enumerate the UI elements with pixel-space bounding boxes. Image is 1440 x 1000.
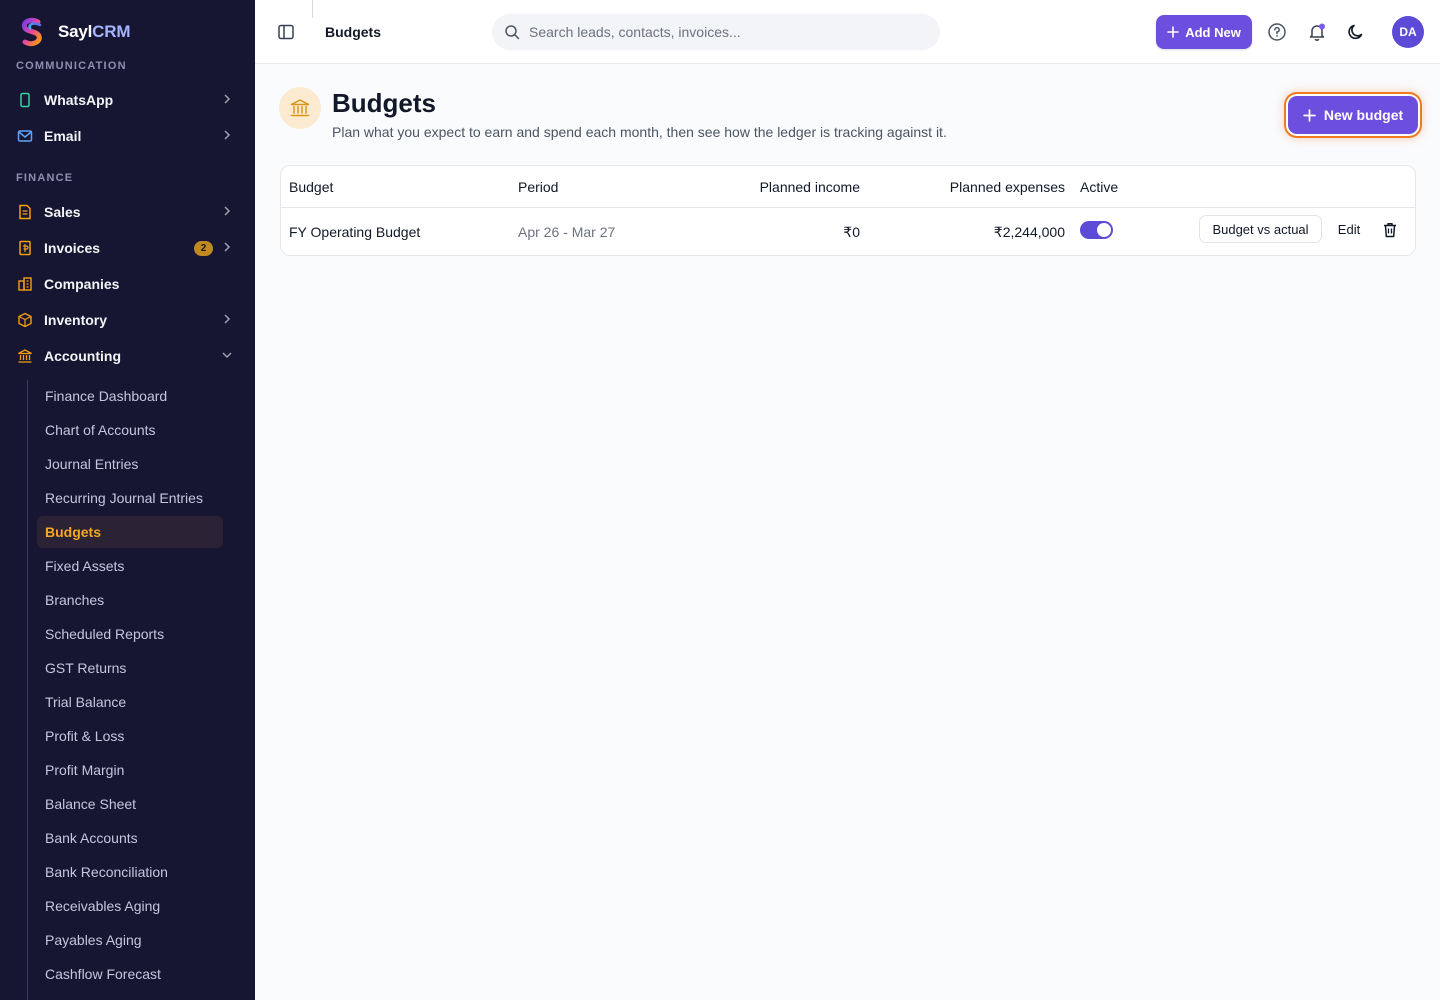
chevron-right-icon [224,94,231,104]
sidebar-subitem-branches[interactable]: Branches [37,584,223,616]
page-bank-icon [279,87,321,129]
period-cell: Apr 26 - Mar 27 [518,224,616,240]
column-header-budget: Budget [289,179,334,195]
submenu-guide-line [27,380,28,1000]
header-divider [312,0,313,18]
sidebar-item-accounting[interactable]: Accounting [8,339,247,373]
sidebar-item-label: Accounting [44,348,121,364]
sidebar-subitem-trial-balance[interactable]: Trial Balance [37,686,223,718]
add-new-button[interactable]: Add New [1156,15,1252,49]
brand-name: SaylCRM [58,22,131,41]
column-header-planned-expenses: Planned expenses [949,179,1065,195]
active-toggle[interactable] [1080,221,1113,239]
sidebar-subitem-cashflow-forecast[interactable]: Cashflow Forecast [37,958,223,990]
sidebar-subitem-scheduled-reports[interactable]: Scheduled Reports [37,618,223,650]
toggle-knob [1097,223,1111,237]
receipt-icon [16,239,34,257]
sidebar-subitem-profit-loss[interactable]: Profit & Loss [37,720,223,752]
sidebar-item-companies[interactable]: Companies [8,267,247,301]
header-page-title: Budgets [325,24,381,40]
sidebar-item-whatsapp[interactable]: WhatsApp [8,83,247,117]
sidebar-subitem-bank-accounts[interactable]: Bank Accounts [37,822,223,854]
chevron-down-icon [222,352,232,359]
top-header: Budgets Add New DA [255,0,1440,64]
chevron-right-icon [224,314,231,324]
sidebar-subitem-chart-of-accounts[interactable]: Chart of Accounts [37,414,223,446]
chevron-right-icon [224,242,231,252]
invoices-count-badge: 2 [194,241,213,256]
plus-icon [1303,108,1316,122]
sidebar-item-sales[interactable]: Sales [8,195,247,229]
sidebar-subitem-profit-margin[interactable]: Profit Margin [37,754,223,786]
sidebar-item-label: Companies [44,276,120,292]
brand-logo-icon [21,17,42,47]
sidebar-subitem-receivables-aging[interactable]: Receivables Aging [37,890,223,922]
mail-icon [16,127,34,145]
sidebar-subitem-payables-aging[interactable]: Payables Aging [37,924,223,956]
section-label-communication: COMMUNICATION [16,60,127,72]
document-icon [16,203,34,221]
global-search[interactable] [492,14,940,50]
sidebar-item-label: Inventory [44,312,108,328]
budgets-table: Budget Period Planned income Planned exp… [280,165,1416,256]
add-new-label: Add New [1185,24,1241,40]
page-title: Budgets [332,88,436,118]
trash-icon[interactable] [1381,221,1399,239]
planned-expenses-cell: ₹2,244,000 [993,224,1065,240]
header-row-divider [281,207,1415,208]
page-subtitle: Plan what you expect to earn and spend e… [332,124,947,140]
search-icon [505,25,520,40]
planned-income-cell: ₹0 [843,224,860,240]
sidebar-item-invoices[interactable]: Invoices 2 [8,231,247,265]
sidebar-subitem-finance-dashboard[interactable]: Finance Dashboard [37,380,223,412]
sidebar-subitem-journal-entries[interactable]: Journal Entries [37,448,223,480]
sidebar-subitem-bank-reconciliation[interactable]: Bank Reconciliation [37,856,223,888]
sidebar: SaylCRM COMMUNICATION WhatsApp Email FIN… [0,0,255,1000]
user-avatar[interactable]: DA [1392,16,1424,48]
section-label-finance: FINANCE [16,172,74,184]
moon-icon[interactable] [1346,22,1366,42]
sidebar-subitem-fixed-assets[interactable]: Fixed Assets [37,550,223,582]
column-header-planned-income: Planned income [759,179,860,195]
sidebar-item-label: Invoices [44,240,101,256]
brand[interactable]: SaylCRM [16,14,255,50]
sidebar-subitem-gst-returns[interactable]: GST Returns [37,652,223,684]
column-header-active: Active [1080,179,1119,195]
search-input[interactable] [529,24,909,40]
column-header-period: Period [518,179,559,195]
budget-name-cell: FY Operating Budget [289,224,421,240]
sidebar-item-label: WhatsApp [44,92,114,108]
building-icon [16,275,34,293]
sidebar-item-label: Email [44,128,82,144]
sidebar-toggle-icon[interactable] [277,23,295,41]
box-icon [16,311,34,329]
new-budget-label: New budget [1323,107,1404,123]
sidebar-item-label: Sales [44,204,81,220]
bell-icon[interactable] [1307,22,1327,42]
chevron-right-icon [224,206,231,216]
sidebar-subitem-recurring-journal-entries[interactable]: Recurring Journal Entries [37,482,223,514]
phone-icon [16,91,34,109]
help-icon[interactable] [1267,22,1287,42]
edit-button[interactable]: Edit [1329,215,1369,243]
chevron-right-icon [224,130,231,140]
new-budget-button[interactable]: New budget [1288,96,1418,134]
plus-icon [1167,26,1179,38]
bank-icon [16,347,34,365]
sidebar-subitem-budgets[interactable]: Budgets [37,516,223,548]
budget-vs-actual-button[interactable]: Budget vs actual [1199,215,1322,243]
sidebar-subitem-balance-sheet[interactable]: Balance Sheet [37,788,223,820]
sidebar-item-email[interactable]: Email [8,119,247,153]
sidebar-item-inventory[interactable]: Inventory [8,303,247,337]
